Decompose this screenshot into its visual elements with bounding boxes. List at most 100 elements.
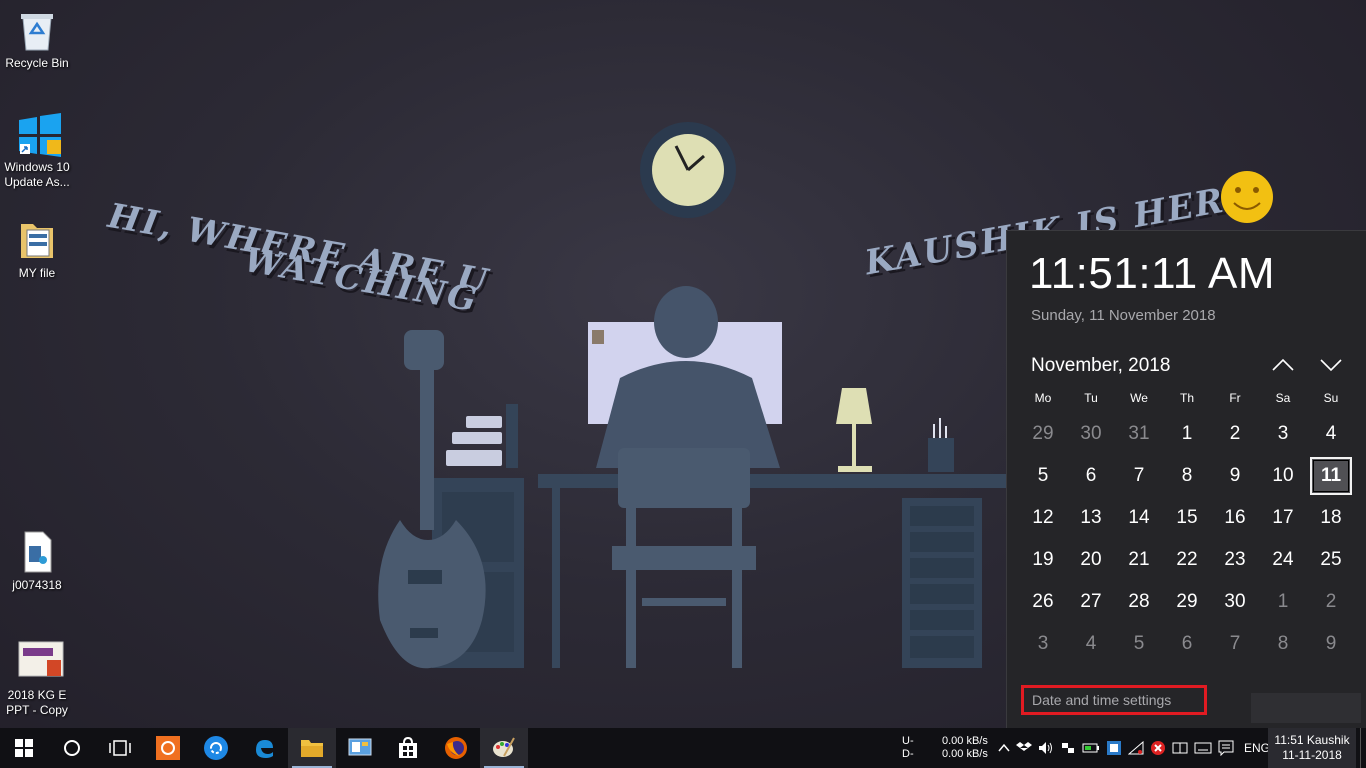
previous-month-button[interactable] (1267, 351, 1299, 379)
calendar-day[interactable]: 19 (1019, 539, 1067, 581)
calendar-day[interactable]: 8 (1163, 455, 1211, 497)
taskbar-app-firefox[interactable] (432, 728, 480, 768)
start-button[interactable] (0, 728, 48, 768)
show-desktop-button[interactable] (1360, 728, 1366, 768)
action-center-icon[interactable] (1218, 740, 1234, 756)
weekday-label: Sa (1275, 391, 1291, 405)
calendar-day[interactable]: 1 (1163, 413, 1211, 455)
calendar-day[interactable]: 29 (1163, 581, 1211, 623)
taskbar-app-edge[interactable] (240, 728, 288, 768)
calendar-day[interactable]: 26 (1019, 581, 1067, 623)
desktop-icon-recycle-bin[interactable]: Recycle Bin (0, 8, 74, 71)
calendar-day[interactable]: 22 (1163, 539, 1211, 581)
calendar-day[interactable]: 12 (1019, 497, 1067, 539)
chevron-down-icon (1320, 359, 1342, 372)
calendar-month-title[interactable]: November, 2018 (1031, 355, 1170, 377)
calendar-day[interactable]: 24 (1259, 539, 1307, 581)
task-view-button[interactable] (96, 728, 144, 768)
calendar-day[interactable]: 29 (1019, 413, 1067, 455)
calendar-day[interactable]: 2 (1307, 581, 1355, 623)
calendar-day[interactable]: 6 (1067, 455, 1115, 497)
calendar-day[interactable]: 4 (1307, 413, 1355, 455)
network-icon[interactable] (1060, 741, 1076, 755)
calendar-day[interactable]: 1 (1259, 581, 1307, 623)
taskbar-app-sync[interactable] (192, 728, 240, 768)
desktop-icon-label: j0074318 (12, 578, 62, 592)
calendar-day[interactable]: 16 (1211, 497, 1259, 539)
calendar-day[interactable]: 21 (1115, 539, 1163, 581)
tablet-mode-icon[interactable] (1172, 742, 1188, 754)
clock-calendar-flyout: 11:51:11 AM Sunday, 11 November 2018 Nov… (1006, 230, 1366, 728)
upload-speed: 0.00 kB/s (942, 735, 988, 747)
calendar-day[interactable]: 3 (1259, 413, 1307, 455)
system-tray: ENG (998, 728, 1270, 768)
calendar-day[interactable]: 23 (1211, 539, 1259, 581)
date-time-settings-link[interactable]: Date and time settings (1021, 685, 1207, 715)
calendar-day[interactable]: 27 (1067, 581, 1115, 623)
calendar-day[interactable]: 9 (1211, 455, 1259, 497)
weekday-label: Su (1323, 391, 1339, 405)
desktop-icon-my-file[interactable]: MY file (0, 218, 74, 281)
calendar-day[interactable]: 7 (1115, 455, 1163, 497)
taskbar-app-store[interactable] (384, 728, 432, 768)
volume-icon[interactable] (1038, 741, 1054, 755)
chevron-up-icon[interactable] (998, 742, 1010, 754)
network-speed-meter[interactable]: U- D- 0.00 kB/s 0.00 kB/s (902, 728, 998, 768)
cortana-button[interactable] (48, 728, 96, 768)
smiley-face (1221, 171, 1273, 223)
powerpoint-file-icon (17, 640, 64, 684)
calendar-day[interactable]: 31 (1115, 413, 1163, 455)
next-month-button[interactable] (1315, 351, 1347, 379)
calendar-day[interactable]: 30 (1211, 581, 1259, 623)
taskbar-clock[interactable]: 11:51 Kaushik 11-11-2018 (1268, 728, 1356, 768)
calendar-day[interactable]: 5 (1019, 455, 1067, 497)
dropbox-icon[interactable] (1016, 741, 1032, 755)
calendar-day[interactable]: 30 (1067, 413, 1115, 455)
taskbar-app-control-panel[interactable] (336, 728, 384, 768)
sync-app-icon (204, 736, 228, 760)
app-tray-icon[interactable] (1106, 740, 1122, 756)
calendar-day[interactable]: 17 (1259, 497, 1307, 539)
language-indicator[interactable]: ENG (1244, 741, 1270, 755)
calendar-day[interactable]: 18 (1307, 497, 1355, 539)
flyout-time: 11:51:11 AM (1029, 249, 1276, 298)
audio-file-icon (17, 530, 57, 574)
keyboard-icon[interactable] (1194, 742, 1212, 754)
flyout-long-date[interactable]: Sunday, 11 November 2018 (1031, 307, 1216, 324)
calendar-day[interactable]: 4 (1067, 623, 1115, 665)
calendar-week: 29 30 31 1 2 3 4 (1019, 413, 1355, 455)
calendar-day[interactable]: 28 (1115, 581, 1163, 623)
calendar-week: 19 20 21 22 23 24 25 (1019, 539, 1355, 581)
desktop-icon-kg-ppt[interactable]: 2018 KG E PPT - Copy (0, 640, 74, 718)
calendar-day[interactable]: 14 (1115, 497, 1163, 539)
calendar-day[interactable]: 25 (1307, 539, 1355, 581)
paint-icon (493, 737, 515, 757)
antivirus-icon[interactable] (1150, 740, 1166, 756)
desktop-icon-j0074318[interactable]: j0074318 (0, 530, 74, 593)
calendar-day[interactable]: 5 (1115, 623, 1163, 665)
calendar-day[interactable]: 13 (1067, 497, 1115, 539)
calendar-day[interactable]: 20 (1067, 539, 1115, 581)
taskbar-app-paint[interactable] (480, 728, 528, 768)
desktop-icon-label: 2018 KG E PPT - Copy (6, 688, 68, 717)
wifi-icon[interactable] (1128, 741, 1144, 755)
taskbar-app-file-explorer[interactable] (288, 728, 336, 768)
calendar-day[interactable]: 9 (1307, 623, 1355, 665)
cortana-icon (64, 740, 80, 756)
calendar-day-today[interactable]: 11 (1307, 455, 1355, 497)
calendar-day[interactable]: 8 (1259, 623, 1307, 665)
chair (618, 448, 750, 508)
battery-icon[interactable] (1082, 741, 1100, 755)
flyout-bottom-button[interactable] (1251, 693, 1361, 723)
calendar-day[interactable]: 2 (1211, 413, 1259, 455)
calendar-week: 12 13 14 15 16 17 18 (1019, 497, 1355, 539)
calendar-day[interactable]: 3 (1019, 623, 1067, 665)
calendar-day[interactable]: 6 (1163, 623, 1211, 665)
calendar-day[interactable]: 7 (1211, 623, 1259, 665)
calendar-day[interactable]: 15 (1163, 497, 1211, 539)
chevron-up-icon (1272, 358, 1294, 371)
taskbar-app-orange[interactable] (144, 728, 192, 768)
taskbar-clock-date: 11-11-2018 (1282, 748, 1342, 762)
calendar-day[interactable]: 10 (1259, 455, 1307, 497)
desktop-icon-windows-update[interactable]: Windows 10 Update As... (0, 112, 74, 190)
